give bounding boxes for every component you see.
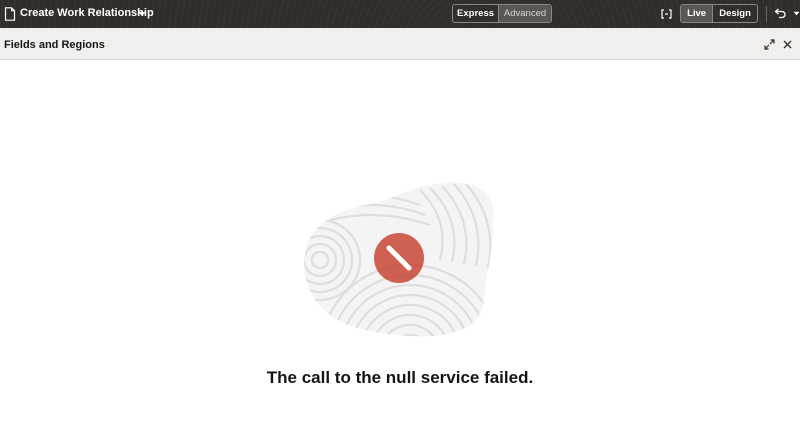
advanced-button[interactable]: Advanced (498, 5, 551, 22)
top-toolbar: Create Work Relationship Express Advance… (0, 0, 800, 28)
view-toggle: Live Design (680, 4, 758, 23)
error-message: The call to the null service failed. (266, 368, 534, 387)
expand-icon[interactable] (764, 39, 775, 50)
live-button[interactable]: Live (681, 5, 713, 22)
mode-toggle: Express Advanced (452, 4, 552, 23)
page-title[interactable]: Create Work Relationship (20, 7, 154, 19)
error-blocked-icon (304, 182, 494, 337)
chevron-down-icon[interactable] (793, 11, 800, 16)
toolbar-divider (766, 6, 767, 22)
close-icon[interactable] (783, 40, 792, 49)
chevron-down-icon[interactable] (138, 11, 146, 17)
main-content: The call to the null service failed. (0, 60, 800, 438)
express-button[interactable]: Express (453, 5, 498, 22)
undo-icon[interactable] (774, 8, 786, 19)
page-icon (4, 7, 16, 21)
panel-header: Fields and Regions (0, 28, 800, 60)
panel-title: Fields and Regions (4, 39, 105, 51)
code-brackets-icon[interactable] (661, 9, 672, 19)
design-button[interactable]: Design (712, 5, 757, 22)
